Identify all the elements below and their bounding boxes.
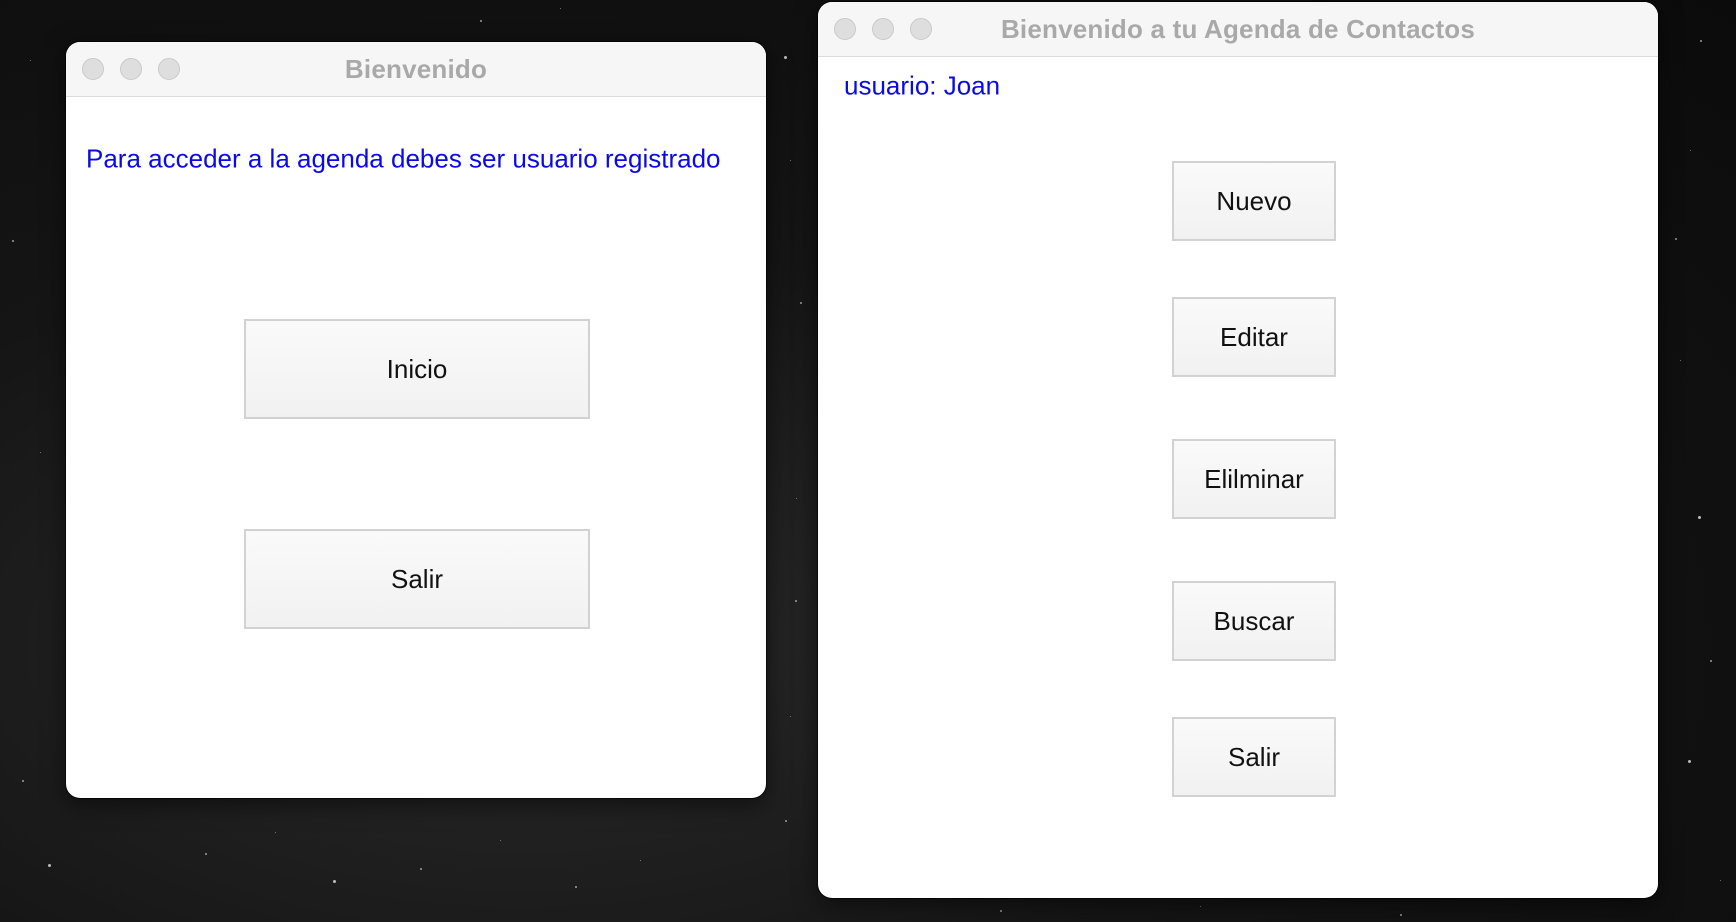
maximize-window-icon[interactable] (910, 18, 932, 40)
window-title: Bienvenido a tu Agenda de Contactos (1000, 13, 1476, 44)
inicio-button[interactable]: Inicio (244, 319, 590, 419)
eliminar-button[interactable]: Elilminar (1172, 439, 1336, 519)
minimize-window-icon[interactable] (120, 58, 142, 80)
user-label: usuario: Joan (844, 70, 1001, 101)
window-controls (834, 2, 932, 56)
nuevo-button[interactable]: Nuevo (1172, 161, 1336, 241)
welcome-window: Bienvenido Para acceder a la agenda debe… (66, 42, 766, 798)
welcome-window-content: Para acceder a la agenda debes ser usuar… (66, 97, 766, 798)
agenda-window-content: usuario: Joan Nuevo Editar Elilminar Bus… (818, 57, 1658, 898)
minimize-window-icon[interactable] (872, 18, 894, 40)
agenda-window-titlebar[interactable]: Bienvenido a tu Agenda de Contactos (818, 2, 1658, 57)
agenda-window: Bienvenido a tu Agenda de Contactos usua… (818, 2, 1658, 898)
close-window-icon[interactable] (834, 18, 856, 40)
window-controls (82, 42, 180, 96)
window-title: Bienvenido (344, 53, 488, 84)
salir-button[interactable]: Salir (244, 529, 590, 629)
maximize-window-icon[interactable] (158, 58, 180, 80)
registration-message: Para acceder a la agenda debes ser usuar… (86, 143, 721, 174)
welcome-window-titlebar[interactable]: Bienvenido (66, 42, 766, 97)
close-window-icon[interactable] (82, 58, 104, 80)
editar-button[interactable]: Editar (1172, 297, 1336, 377)
salir-button[interactable]: Salir (1172, 717, 1336, 797)
buscar-button[interactable]: Buscar (1172, 581, 1336, 661)
